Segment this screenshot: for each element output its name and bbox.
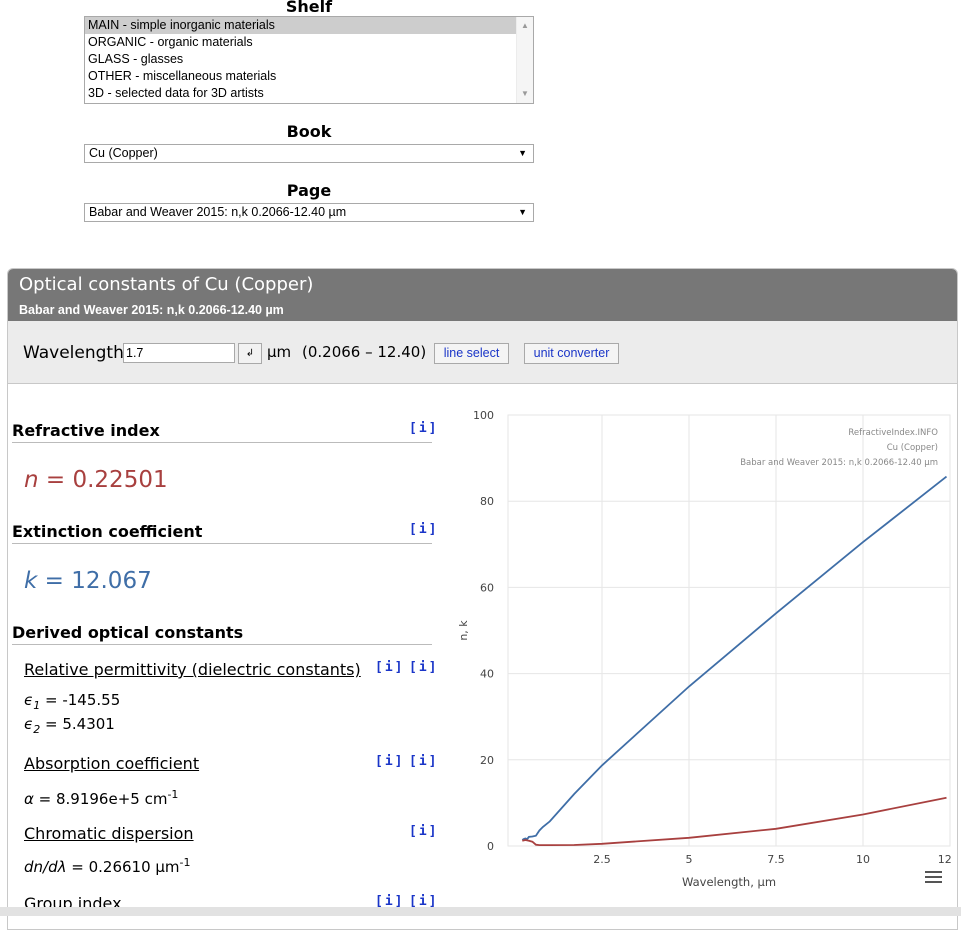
absorption-link[interactable]: Absorption coefficient [24,754,199,773]
n-equals: = [38,467,73,493]
y-tick-label: 0 [487,840,494,853]
dispersion-exponent: -1 [179,856,191,869]
n-symbol: n [24,467,39,493]
watermark-text: Cu (Copper) [887,443,938,453]
optical-constants-panel: Optical constants of Cu (Copper) Babar a… [7,268,958,930]
epsilon-symbol: ϵ [24,715,34,733]
y-tick-label: 20 [480,754,494,767]
wavelength-bar: Wavelength: 1.7 ↲ µm (0.2066 – 12.40) li… [8,321,957,384]
epsilon1-value: = -145.55 [40,691,121,709]
alpha-symbol: α [24,790,34,808]
x-axis-label: Wavelength, µm [682,875,776,889]
k-equals: = [37,568,72,594]
refractive-index-title: Refractive index [12,421,432,443]
dispersion-value: = 0.26610 µm [66,858,180,876]
y-tick-labels: 0 20 40 60 80 100 [473,409,494,853]
permittivity-link[interactable]: Relative permittivity (dielectric consta… [24,660,361,679]
dispersion-line: dn/dλ = 0.26610 µm-1 [24,856,191,876]
hamburger-menu-icon[interactable] [925,870,943,884]
y-tick-label: 80 [480,495,494,508]
wavelength-input[interactable]: 1.7 [123,343,235,363]
line-select-button[interactable]: line select [434,343,509,364]
page-title: Page [286,181,332,200]
plot-area [507,414,951,847]
info-link[interactable]: [i] [375,660,404,675]
series-line-k [521,475,948,841]
info-link[interactable]: [i] [409,754,438,769]
page-select-value: Babar and Weaver 2015: n,k 0.2066-12.40 … [89,205,347,219]
x-tick-label: 5 [686,853,693,866]
k-value-display: k = 12.067 [24,568,152,594]
book-select-value: Cu (Copper) [89,146,158,160]
x-tick-label: 2.5 [593,853,611,866]
info-link[interactable]: [i] [409,660,438,675]
shelf-title: Shelf [285,0,333,16]
info-link[interactable]: [i] [409,421,438,436]
shelf-listbox[interactable]: MAIN - simple inorganic materials ORGANI… [84,16,534,104]
x-tick-label: 7.5 [767,853,785,866]
x-tick-labels: 2.5 5 7.5 10 12.5 [593,853,951,866]
k-value: 12.067 [71,568,152,594]
y-tick-label: 100 [473,409,494,422]
chart-grid [507,414,951,847]
info-link[interactable]: [i] [375,754,404,769]
listbox-scrollbar[interactable]: ▲ ▼ [516,17,533,103]
series-line-n [522,796,947,846]
page-select[interactable]: Babar and Weaver 2015: n,k 0.2066-12.40 … [84,203,534,222]
panel-title: Optical constants of Cu (Copper) [19,274,314,295]
info-link[interactable]: [i] [409,522,438,537]
panel-header: Optical constants of Cu (Copper) Babar a… [8,269,957,321]
dispersion-link[interactable]: Chromatic dispersion [24,824,194,843]
panel-subtitle: Babar and Weaver 2015: n,k 0.2066-12.40 … [19,303,284,317]
scroll-down-icon[interactable]: ▼ [521,89,529,98]
wavelength-label: Wavelength: [23,343,130,363]
unit-converter-button[interactable]: unit converter [524,343,619,364]
epsilon2-line: ϵ2 = 5.4301 [24,715,115,736]
epsilon2-value: = 5.4301 [40,715,115,733]
scroll-up-icon[interactable]: ▲ [521,21,529,30]
n-value: 0.22501 [72,467,168,493]
info-link[interactable]: [i] [409,824,438,839]
absorption-exponent: -1 [167,788,179,801]
shelf-option[interactable]: MAIN - simple inorganic materials [85,17,533,34]
x-tick-label: 12.5 [938,853,951,866]
shelf-option[interactable]: 3D - selected data for 3D artists [85,85,533,102]
shelf-option[interactable]: GLASS - glasses [85,51,533,68]
shelf-option[interactable]: ORGANIC - organic materials [85,34,533,51]
epsilon-symbol: ϵ [24,691,34,709]
epsilon1-line: ϵ1 = -145.55 [24,691,120,712]
enter-icon[interactable]: ↲ [238,343,262,364]
absorption-value: = 8.9196e+5 cm [33,790,168,808]
dispersion-symbol: dn/dλ [24,858,67,876]
absorption-line: α = 8.9196e+5 cm-1 [24,788,178,808]
n-value-display: n = 0.22501 [24,467,168,493]
book-select[interactable]: Cu (Copper) ▼ [84,144,534,163]
y-axis-label: n, k [457,620,470,641]
chevron-down-icon: ▼ [518,207,527,217]
watermark-text: Babar and Weaver 2015: n,k 0.2066-12.40 … [740,458,938,468]
book-title: Book [286,122,332,141]
chart-series [521,475,948,846]
k-symbol: k [24,568,38,594]
wavelength-unit: µm [267,343,292,361]
chart-watermark: RefractiveIndex.INFO Cu (Copper) Babar and… [740,428,938,468]
y-tick-label: 60 [480,581,494,594]
x-tick-label: 10 [856,853,870,866]
extinction-coefficient-title: Extinction coefficient [12,522,432,544]
watermark-text: RefractiveIndex.INFO [848,428,938,438]
shelf-option[interactable]: OTHER - miscellaneous materials [85,68,533,85]
chevron-down-icon: ▼ [518,148,527,158]
horizontal-scrollbar[interactable] [0,907,961,916]
nk-chart: 0 20 40 60 80 100 2.5 5 7.5 10 12.5 RefractiveInd… [457,409,951,889]
wavelength-range: (0.2066 – 12.40) [302,343,427,361]
derived-constants-title: Derived optical constants [12,623,432,645]
y-tick-label: 40 [480,668,494,681]
